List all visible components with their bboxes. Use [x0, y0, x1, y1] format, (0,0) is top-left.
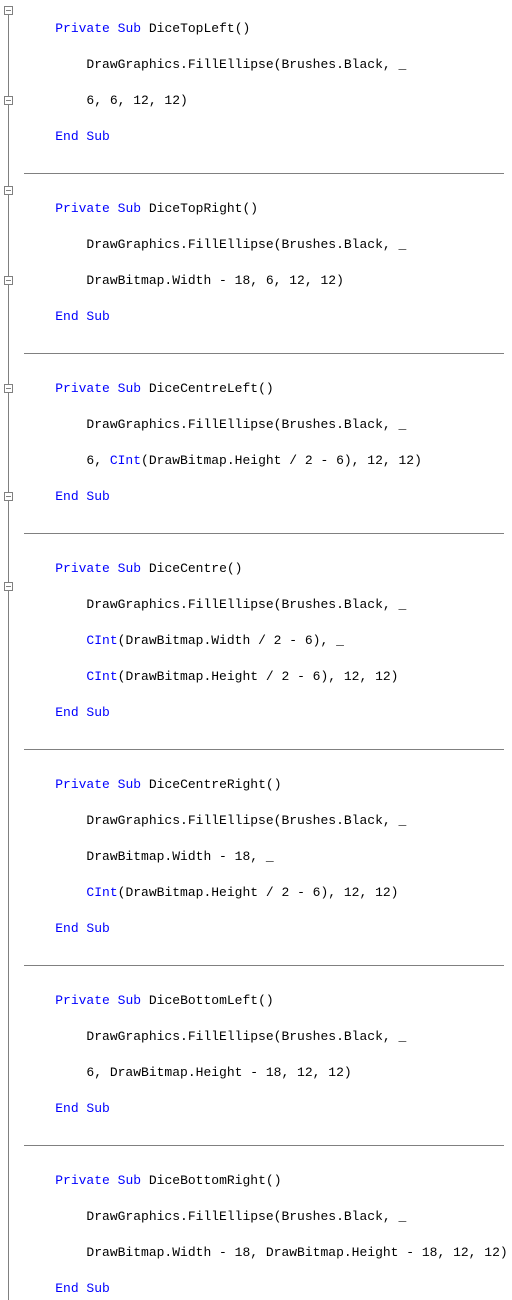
code-line: DrawBitmap.Width - 18, DrawBitmap.Height…	[24, 1244, 512, 1262]
code-text: (DrawBitmap.Height / 2 - 6), 12, 12)	[118, 669, 399, 684]
region-separator	[24, 956, 512, 974]
code-line: DrawGraphics.FillEllipse(Brushes.Black, …	[24, 596, 512, 614]
sub-name: DiceTopLeft	[149, 21, 235, 36]
code-line: DrawGraphics.FillEllipse(Brushes.Black, …	[24, 1028, 512, 1046]
code-line: DrawGraphics.FillEllipse(Brushes.Black, …	[24, 1208, 512, 1226]
sub-name: DiceCentreLeft	[149, 381, 258, 396]
code-line: End Sub	[24, 128, 512, 146]
code-line: 6, CInt(DrawBitmap.Height / 2 - 6), 12, …	[24, 452, 512, 470]
code-line: End Sub	[24, 1100, 512, 1118]
region-separator	[24, 164, 512, 182]
region-separator	[24, 524, 512, 542]
outline-vertical	[8, 8, 9, 1300]
code-text: DrawGraphics.FillEllipse(Brushes.Black, …	[86, 57, 406, 72]
keyword-sub: Sub	[118, 777, 141, 792]
keyword-private: Private	[55, 381, 110, 396]
code-line: CInt(DrawBitmap.Height / 2 - 6), 12, 12)	[24, 668, 512, 686]
code-line: 6, DrawBitmap.Height - 18, 12, 12)	[24, 1064, 512, 1082]
keyword-private: Private	[55, 21, 110, 36]
fold-icon[interactable]	[4, 186, 13, 195]
keyword-endsub: End Sub	[55, 129, 110, 144]
code-area[interactable]: Private Sub DiceTopLeft() DrawGraphics.F…	[20, 2, 512, 1300]
code-text: DrawGraphics.FillEllipse(Brushes.Black, …	[86, 597, 406, 612]
keyword-cint: CInt	[86, 885, 117, 900]
fold-gutter	[0, 2, 20, 1300]
code-line: Private Sub DiceTopRight()	[24, 200, 512, 218]
code-line: 6, 6, 12, 12)	[24, 92, 512, 110]
sub-name: DiceBottomLeft	[149, 993, 258, 1008]
keyword-endsub: End Sub	[55, 309, 110, 324]
keyword-endsub: End Sub	[55, 921, 110, 936]
region-separator	[24, 740, 512, 758]
code-line: Private Sub DiceBottomRight()	[24, 1172, 512, 1190]
keyword-cint: CInt	[86, 669, 117, 684]
code-line: DrawGraphics.FillEllipse(Brushes.Black, …	[24, 416, 512, 434]
fold-icon[interactable]	[4, 276, 13, 285]
code-line: DrawGraphics.FillEllipse(Brushes.Black, …	[24, 56, 512, 74]
keyword-sub: Sub	[118, 201, 141, 216]
code-line: CInt(DrawBitmap.Height / 2 - 6), 12, 12)	[24, 884, 512, 902]
keyword-sub: Sub	[118, 21, 141, 36]
sub-name: DiceCentreRight	[149, 777, 266, 792]
keyword-sub: Sub	[118, 381, 141, 396]
code-text: 6, DrawBitmap.Height - 18, 12, 12)	[86, 1065, 351, 1080]
keyword-cint: CInt	[110, 453, 141, 468]
code-text: DrawBitmap.Width - 18, 6, 12, 12)	[86, 273, 343, 288]
code-line: Private Sub DiceCentreRight()	[24, 776, 512, 794]
code-text: DrawGraphics.FillEllipse(Brushes.Black, …	[86, 417, 406, 432]
code-text: (DrawBitmap.Height / 2 - 6), 12, 12)	[118, 885, 399, 900]
fold-icon[interactable]	[4, 492, 13, 501]
fold-icon[interactable]	[4, 6, 13, 15]
sub-name: DiceTopRight	[149, 201, 243, 216]
keyword-private: Private	[55, 777, 110, 792]
code-line: Private Sub DiceCentre()	[24, 560, 512, 578]
code-text: 6, 6, 12, 12)	[86, 93, 187, 108]
code-line: DrawGraphics.FillEllipse(Brushes.Black, …	[24, 812, 512, 830]
code-line: End Sub	[24, 920, 512, 938]
fold-icon[interactable]	[4, 582, 13, 591]
keyword-cint: CInt	[86, 633, 117, 648]
keyword-private: Private	[55, 1173, 110, 1188]
code-line: End Sub	[24, 704, 512, 722]
code-line: Private Sub DiceBottomLeft()	[24, 992, 512, 1010]
code-line: DrawGraphics.FillEllipse(Brushes.Black, …	[24, 236, 512, 254]
fold-icon[interactable]	[4, 96, 13, 105]
sub-name: DiceBottomRight	[149, 1173, 266, 1188]
code-text: DrawGraphics.FillEllipse(Brushes.Black, …	[86, 237, 406, 252]
code-line: End Sub	[24, 308, 512, 326]
keyword-private: Private	[55, 201, 110, 216]
code-text: 6,	[86, 453, 109, 468]
keyword-sub: Sub	[118, 993, 141, 1008]
code-text: DrawBitmap.Width - 18, _	[86, 849, 273, 864]
code-text: DrawGraphics.FillEllipse(Brushes.Black, …	[86, 1209, 406, 1224]
region-separator	[24, 344, 512, 362]
sub-name: DiceCentre	[149, 561, 227, 576]
keyword-sub: Sub	[118, 561, 141, 576]
keyword-endsub: End Sub	[55, 1281, 110, 1296]
code-line: Private Sub DiceTopLeft()	[24, 20, 512, 38]
code-line: End Sub	[24, 488, 512, 506]
keyword-endsub: End Sub	[55, 705, 110, 720]
code-line: CInt(DrawBitmap.Width / 2 - 6), _	[24, 632, 512, 650]
code-text: (DrawBitmap.Height / 2 - 6), 12, 12)	[141, 453, 422, 468]
region-separator	[24, 1136, 512, 1154]
code-text: DrawGraphics.FillEllipse(Brushes.Black, …	[86, 813, 406, 828]
fold-icon[interactable]	[4, 384, 13, 393]
code-text: DrawBitmap.Width - 18, DrawBitmap.Height…	[86, 1245, 507, 1260]
keyword-private: Private	[55, 993, 110, 1008]
keyword-sub: Sub	[118, 1173, 141, 1188]
code-text: DrawGraphics.FillEllipse(Brushes.Black, …	[86, 1029, 406, 1044]
code-line: DrawBitmap.Width - 18, _	[24, 848, 512, 866]
code-line: Private Sub DiceCentreLeft()	[24, 380, 512, 398]
keyword-endsub: End Sub	[55, 1101, 110, 1116]
code-editor[interactable]: Private Sub DiceTopLeft() DrawGraphics.F…	[0, 0, 512, 1300]
code-line: End Sub	[24, 1280, 512, 1298]
code-line: DrawBitmap.Width - 18, 6, 12, 12)	[24, 272, 512, 290]
code-text: (DrawBitmap.Width / 2 - 6), _	[118, 633, 344, 648]
keyword-private: Private	[55, 561, 110, 576]
keyword-endsub: End Sub	[55, 489, 110, 504]
